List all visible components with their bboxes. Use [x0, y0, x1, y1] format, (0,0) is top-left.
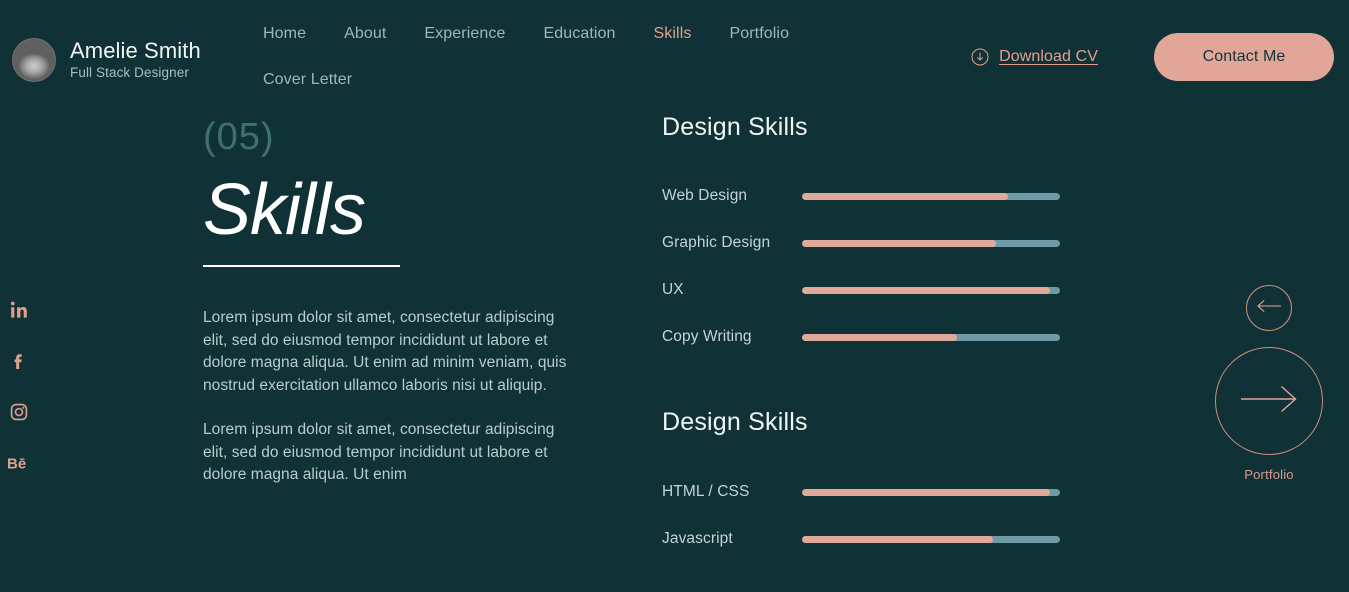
header-actions: Download CV Contact Me	[971, 33, 1334, 81]
skills-group-2-title: Design Skills	[662, 408, 808, 436]
brand-name: Amelie Smith	[70, 38, 201, 64]
skill-row: HTML / CSS	[662, 478, 1062, 506]
nav-item-home[interactable]: Home	[263, 20, 306, 48]
skill-label: Web Design	[662, 187, 748, 204]
download-icon	[971, 48, 989, 66]
brand[interactable]: Amelie Smith Full Stack Designer	[12, 38, 201, 82]
arrow-right-icon	[1240, 384, 1298, 419]
skill-bar[interactable]	[802, 333, 1060, 341]
nav-item-about[interactable]: About	[344, 20, 386, 48]
skill-label: HTML / CSS	[662, 483, 750, 500]
skill-bar-fill	[802, 239, 996, 247]
skill-bar[interactable]	[802, 535, 1060, 543]
skill-bar[interactable]	[802, 286, 1060, 294]
skill-bar[interactable]	[802, 488, 1060, 496]
skills-group-1-title: Design Skills	[662, 113, 808, 141]
main-nav: Home About Experience Education Skills P…	[263, 20, 863, 94]
nav-item-education[interactable]: Education	[543, 20, 615, 48]
facebook-icon[interactable]	[7, 349, 31, 373]
linkedin-icon[interactable]	[7, 298, 31, 322]
svg-text:Bē: Bē	[7, 456, 26, 473]
title-underline	[203, 265, 400, 268]
skill-bar-fill	[802, 286, 1050, 294]
brand-role: Full Stack Designer	[70, 65, 189, 81]
section-intro: (05) Skills Lorem ipsum dolor sit amet, …	[203, 118, 583, 487]
skills-group-1-list: Web Design Graphic Design UX Copy Writin…	[662, 182, 1062, 351]
skill-label: Copy Writing	[662, 328, 752, 345]
download-cv-link[interactable]: Download CV	[971, 48, 1098, 66]
social-rail: Bē	[7, 298, 31, 475]
skill-label: UX	[662, 281, 684, 298]
skills-panel: Design Skills Web Design Graphic Design …	[662, 113, 1062, 572]
brand-text: Amelie Smith Full Stack Designer	[70, 39, 201, 80]
skill-bar-fill	[802, 333, 957, 341]
skill-row: Javascript	[662, 525, 1062, 553]
skill-bar-fill	[802, 192, 1009, 200]
skills-group-2: Design Skills HTML / CSS Javascript	[662, 408, 1062, 553]
skill-bar-fill	[802, 535, 993, 543]
skills-group-1: Design Skills Web Design Graphic Design …	[662, 113, 1062, 351]
arrow-left-icon	[1256, 299, 1282, 318]
skill-bar-fill	[802, 488, 1050, 496]
nav-item-skills[interactable]: Skills	[654, 20, 692, 48]
nav-item-cover-letter[interactable]: Cover Letter	[263, 66, 352, 94]
pager-label: Portfolio	[1244, 467, 1294, 482]
skill-bar[interactable]	[802, 192, 1060, 200]
skill-row: Graphic Design	[662, 229, 1062, 257]
nav-item-portfolio[interactable]: Portfolio	[729, 20, 789, 48]
intro-paragraph-1: Lorem ipsum dolor sit amet, consectetur …	[203, 309, 567, 394]
site-header: Amelie Smith Full Stack Designer Home Ab…	[0, 0, 1349, 104]
skill-row: Copy Writing	[662, 323, 1062, 351]
skills-group-2-list: HTML / CSS Javascript	[662, 478, 1062, 553]
nav-item-experience[interactable]: Experience	[424, 20, 505, 48]
skill-label: Javascript	[662, 530, 733, 547]
intro-paragraph-2: Lorem ipsum dolor sit amet, consectetur …	[203, 421, 555, 484]
download-cv-label: Download CV	[999, 48, 1098, 65]
behance-icon[interactable]: Bē	[7, 451, 31, 475]
skill-bar[interactable]	[802, 239, 1060, 247]
section-number: (05)	[203, 116, 275, 158]
skill-row: Web Design	[662, 182, 1062, 210]
portfolio-page: Amelie Smith Full Stack Designer Home Ab…	[0, 0, 1349, 592]
avatar	[12, 38, 56, 82]
skill-row: UX	[662, 276, 1062, 304]
previous-section-button[interactable]	[1246, 285, 1292, 331]
page-title: Skills	[203, 170, 366, 250]
section-pager: Portfolio	[1199, 285, 1339, 482]
contact-me-button[interactable]: Contact Me	[1154, 33, 1334, 81]
next-section-button[interactable]	[1215, 347, 1323, 455]
skill-label: Graphic Design	[662, 234, 771, 251]
instagram-icon[interactable]	[7, 400, 31, 424]
